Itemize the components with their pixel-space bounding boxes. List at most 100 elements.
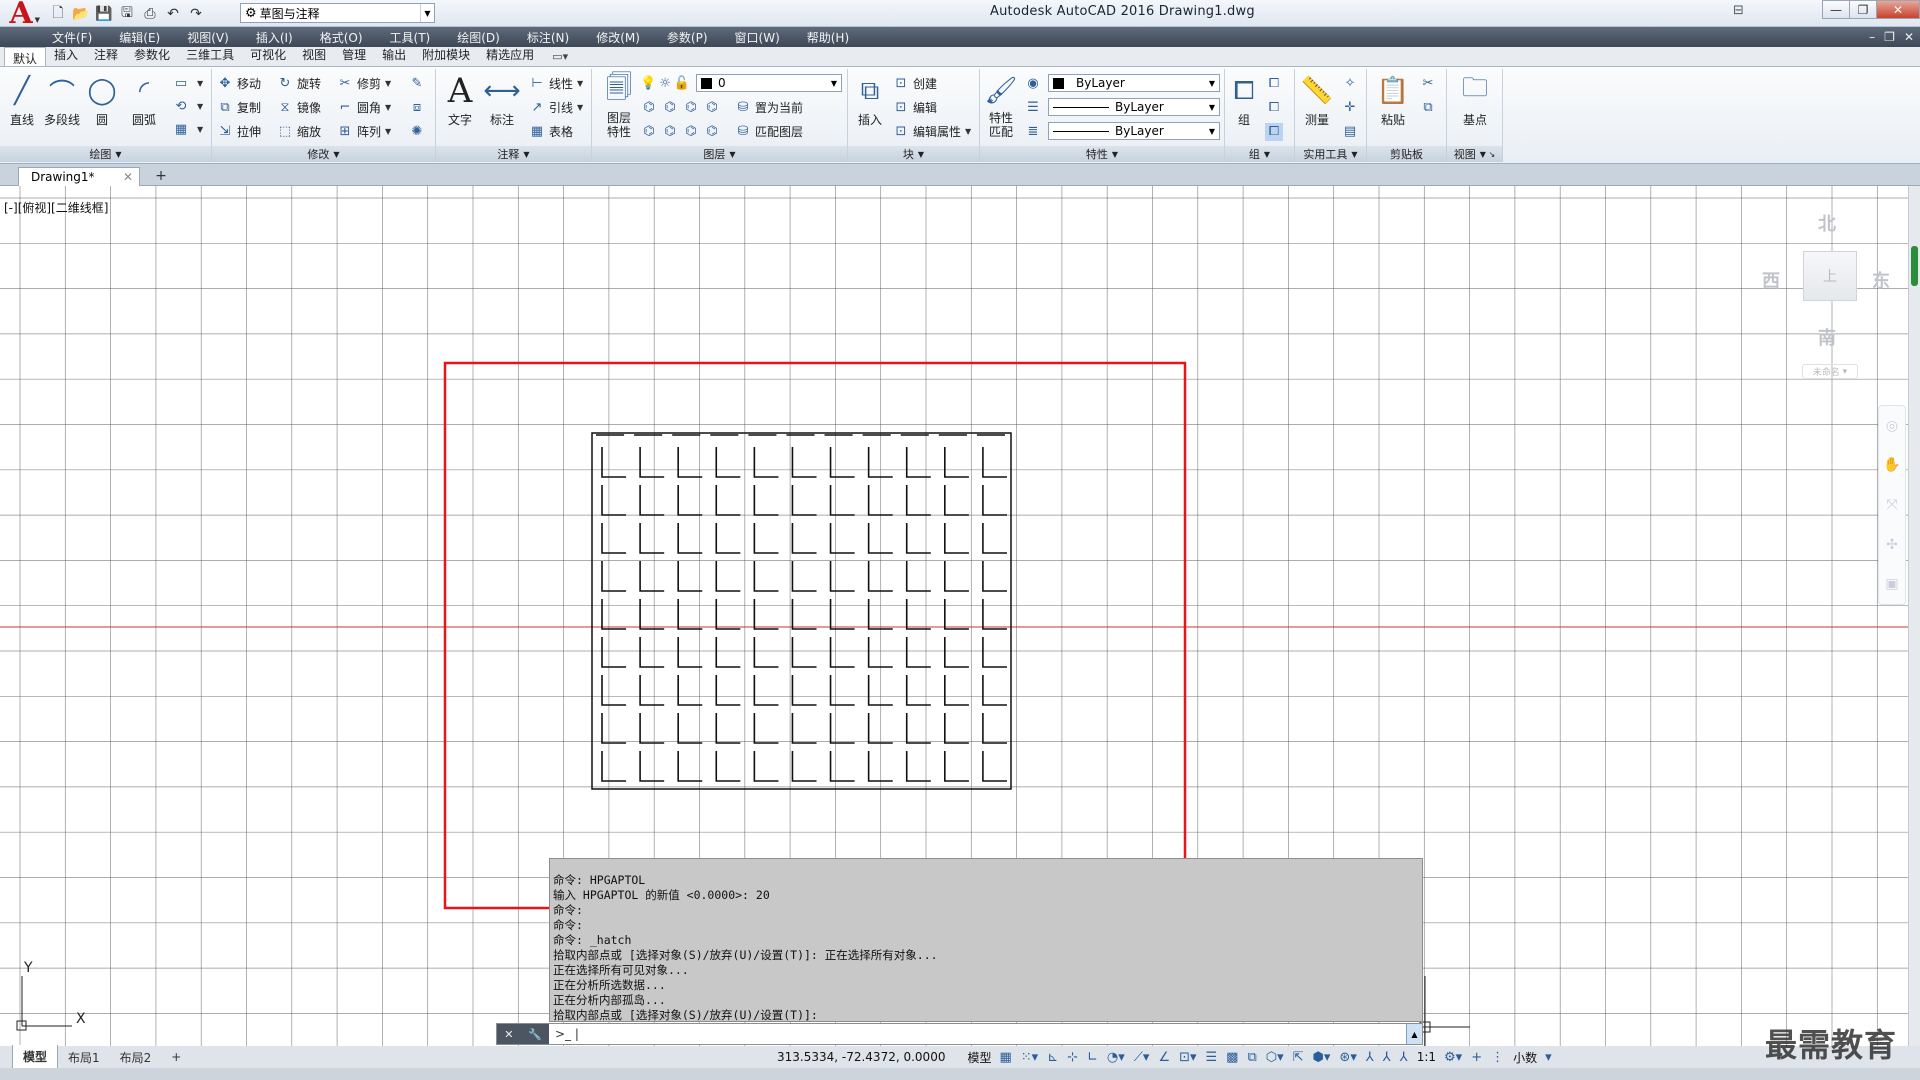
- layer-isolate-icon[interactable]: ⌬: [661, 99, 679, 117]
- isodraft-icon[interactable]: ⟋▾: [1134, 1050, 1150, 1065]
- workspace-dropdown[interactable]: ⚙ 草图与注释 ▼: [240, 3, 435, 23]
- panel-utilities-title[interactable]: 实用工具 ▼: [1295, 146, 1366, 162]
- viewport-controls[interactable]: [-][俯视][二维线框]: [4, 199, 108, 216]
- group-select-icon[interactable]: ⧠: [1265, 121, 1286, 142]
- offset-button[interactable]: ⧈: [408, 97, 429, 118]
- tab-visualize[interactable]: 可视化: [242, 44, 294, 66]
- redo-icon[interactable]: ↷: [186, 4, 206, 24]
- annotation-monitor-icon[interactable]: +: [1471, 1050, 1482, 1065]
- tab-insert[interactable]: 插入: [46, 44, 86, 66]
- object-snap-tracking-icon[interactable]: ∠: [1158, 1050, 1170, 1065]
- tab-featured-apps[interactable]: 精选应用: [478, 44, 542, 66]
- steering-wheel-icon[interactable]: ◎: [1886, 418, 1898, 434]
- panel-block-title[interactable]: 块 ▼: [848, 146, 979, 162]
- command-scroll-up-icon[interactable]: ▲: [1406, 1024, 1422, 1044]
- menu-view[interactable]: 视图(V): [187, 29, 229, 46]
- erase-button[interactable]: ✎: [408, 73, 429, 94]
- doc-minimize-icon[interactable]: –: [1869, 30, 1875, 44]
- snap-icon[interactable]: ⁙▾: [1021, 1050, 1038, 1065]
- panel-view-title[interactable]: 视图 ▼ ↘: [1447, 146, 1502, 162]
- menu-format[interactable]: 格式(O): [320, 29, 363, 46]
- ortho-icon[interactable]: ∟: [1087, 1050, 1098, 1065]
- annotation-visibility-icon[interactable]: ⅄: [1366, 1050, 1374, 1065]
- rotate-arc-button[interactable]: ⟲ ▼: [172, 96, 204, 117]
- close-tab-icon[interactable]: ✕: [123, 170, 133, 184]
- viewcube-north[interactable]: 北: [1818, 210, 1836, 236]
- group-button[interactable]: ⧠ 组: [1227, 71, 1261, 128]
- annotation-scale-icon[interactable]: ⅄: [1400, 1050, 1408, 1065]
- edit-block-button[interactable]: ⊡ 编辑: [892, 97, 937, 118]
- workspace-switch-icon[interactable]: ⚙▾: [1444, 1050, 1462, 1065]
- dimension-button[interactable]: ⟷ 标注: [482, 71, 522, 128]
- copy-clip-icon[interactable]: ⧉: [1419, 97, 1440, 118]
- region-button[interactable]: ▦ ▼: [172, 119, 203, 140]
- tab-parametric[interactable]: 参数化: [126, 44, 178, 66]
- calculator-icon[interactable]: ▤: [1341, 121, 1362, 142]
- 3d-osnap-icon[interactable]: ⬡▾: [1266, 1050, 1284, 1065]
- tab-annotate[interactable]: 注释: [86, 44, 126, 66]
- leader-button[interactable]: ↗ 引线 ▼: [528, 97, 584, 118]
- selection-filter-icon[interactable]: ⬢▾: [1313, 1050, 1331, 1065]
- showmotion-icon[interactable]: ▣: [1885, 576, 1898, 592]
- match-properties-button[interactable]: 🖌 特性 匹配: [980, 71, 1022, 139]
- viewcube-top-face[interactable]: 上: [1803, 251, 1857, 301]
- tab-output[interactable]: 输出: [374, 44, 414, 66]
- zoom-icon[interactable]: ⤧: [1886, 497, 1897, 513]
- panel-modify-title[interactable]: 修改 ▼: [212, 146, 435, 162]
- panel-annotation-title[interactable]: 注释 ▼: [436, 146, 591, 162]
- command-line-grip[interactable]: ✕ 🔧: [497, 1024, 549, 1044]
- tab-model[interactable]: 模型: [12, 1045, 59, 1069]
- base-view-button[interactable]: 🗀 基点: [1455, 71, 1495, 128]
- lineweight-dropdown[interactable]: ByLayer ▼: [1048, 122, 1220, 140]
- layer-freeze-icon[interactable]: ⌬: [682, 99, 700, 117]
- ribbon-toggle-icon[interactable]: ▭▾: [542, 48, 574, 66]
- line-button[interactable]: ╱ 直线: [2, 71, 42, 128]
- gizmo-icon[interactable]: ⊛▾: [1339, 1050, 1356, 1065]
- new-tab-button[interactable]: +: [150, 167, 172, 185]
- layer-properties-button[interactable]: 🗐 图层 特性: [596, 71, 642, 139]
- units-chevron-icon[interactable]: ▾: [1545, 1050, 1552, 1065]
- color-dropdown[interactable]: ByLayer ▼: [1048, 74, 1220, 92]
- scroll-thumb[interactable]: [1911, 246, 1918, 286]
- stretch-button[interactable]: ⇲ 拉伸: [216, 121, 261, 142]
- arc-button[interactable]: ◜ 圆弧: [124, 71, 164, 128]
- text-button[interactable]: A 文字: [440, 71, 480, 128]
- dynamic-input-icon[interactable]: ⊹: [1067, 1050, 1078, 1065]
- model-space-button[interactable]: 模型: [967, 1049, 991, 1066]
- dynamic-ucs-icon[interactable]: ⇱: [1293, 1050, 1304, 1065]
- panel-clipboard-title[interactable]: 剪贴板: [1367, 146, 1446, 162]
- layer-on-icon[interactable]: ⌬: [640, 123, 658, 141]
- scale-button[interactable]: ⬚ 缩放: [276, 121, 321, 142]
- doc-restore-icon[interactable]: ❐: [1884, 30, 1895, 44]
- tab-manage[interactable]: 管理: [334, 44, 374, 66]
- coordinates-readout[interactable]: 313.5334, -72.4372, 0.0000: [777, 1050, 945, 1064]
- insert-block-button[interactable]: ⧉ 插入: [850, 71, 890, 128]
- layer-unisolate-icon[interactable]: ⌬: [661, 123, 679, 141]
- menu-window[interactable]: 窗口(W): [735, 29, 780, 46]
- quick-select-icon[interactable]: ✧: [1341, 73, 1362, 94]
- panel-draw-title[interactable]: 绘图 ▼: [0, 146, 211, 162]
- rotate-button[interactable]: ↻ 旋转: [276, 73, 321, 94]
- close-cmd-icon[interactable]: ✕: [504, 1028, 513, 1041]
- fillet-button[interactable]: ⌐ 圆角 ▼: [336, 97, 392, 118]
- command-line[interactable]: ✕ 🔧 >_ | ▲: [496, 1023, 1423, 1045]
- save-icon[interactable]: 💾: [94, 4, 114, 24]
- paste-button[interactable]: 📋 粘贴: [1373, 71, 1413, 128]
- menu-dimension[interactable]: 标注(N): [527, 29, 569, 46]
- tab-home[interactable]: 默认: [4, 47, 47, 66]
- open-file-icon[interactable]: 📂: [71, 4, 91, 24]
- menu-file[interactable]: 文件(F): [52, 29, 92, 46]
- tab-3d-tools[interactable]: 三维工具: [178, 44, 242, 66]
- menu-draw[interactable]: 绘图(D): [457, 29, 500, 46]
- close-button[interactable]: ✕: [1876, 0, 1920, 19]
- info-center-icon[interactable]: ⊟: [1733, 3, 1744, 18]
- copy-button[interactable]: ⧉ 复制: [216, 97, 261, 118]
- linetype-dropdown[interactable]: ByLayer ▼: [1048, 98, 1220, 116]
- infer-constraints-icon[interactable]: ⊾: [1047, 1050, 1058, 1065]
- undo-icon[interactable]: ↶: [163, 4, 183, 24]
- viewcube-west[interactable]: 西: [1762, 267, 1780, 293]
- save-as-icon[interactable]: 🖫: [117, 4, 137, 24]
- match-layer-button[interactable]: ⛁ 匹配图层: [734, 121, 803, 142]
- create-block-button[interactable]: ⊡ 创建: [892, 73, 937, 94]
- annotation-scale-value[interactable]: 1:1: [1417, 1050, 1436, 1064]
